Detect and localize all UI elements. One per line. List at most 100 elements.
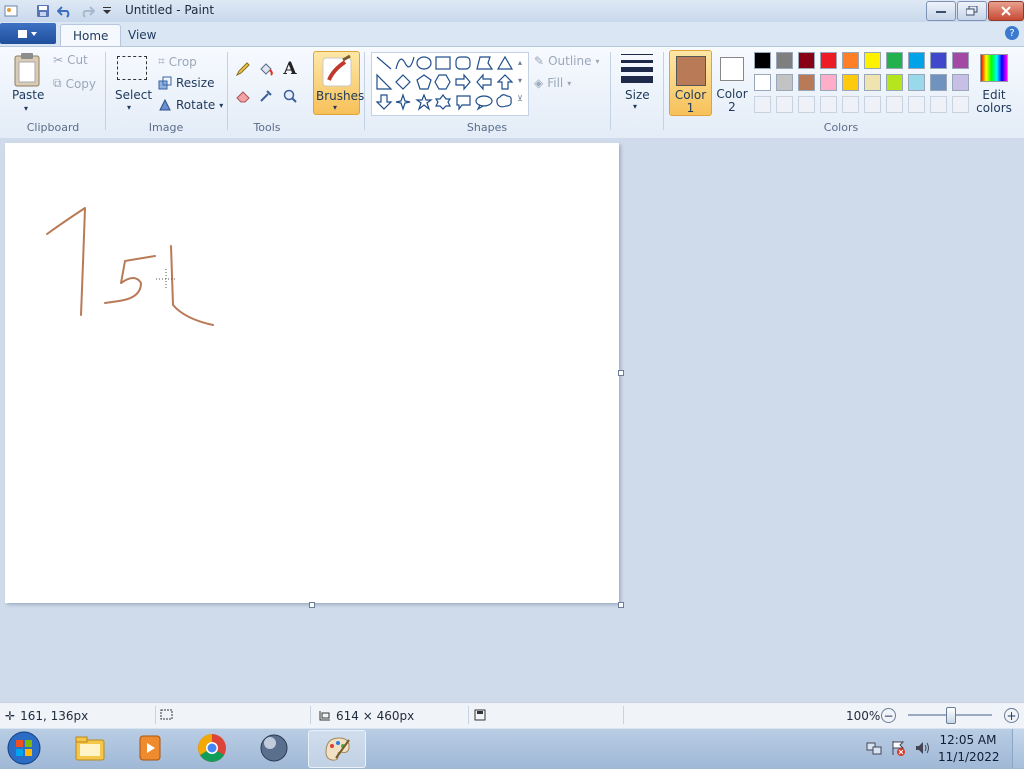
oval-shape[interactable] (416, 56, 432, 70)
outline-button[interactable]: ✎ Outline ▾ (534, 54, 600, 68)
palette-swatch[interactable] (864, 52, 881, 69)
right-triangle-shape[interactable] (376, 73, 393, 90)
tab-view[interactable]: View (116, 24, 168, 46)
volume-icon[interactable] (914, 740, 930, 756)
custom-color-slot[interactable] (952, 96, 969, 113)
custom-color-slot[interactable] (908, 96, 925, 113)
taskbar-chrome[interactable] (184, 730, 240, 766)
custom-color-slot[interactable] (842, 96, 859, 113)
zoom-in-button[interactable]: + (1004, 708, 1019, 723)
action-center-icon[interactable] (890, 740, 906, 756)
paste-button[interactable]: Paste ▾ (10, 52, 44, 114)
custom-color-slot[interactable] (754, 96, 771, 113)
canvas-resize-handle-bottom[interactable] (309, 602, 315, 608)
paint-menu-button[interactable] (0, 23, 56, 44)
network-icon[interactable] (866, 740, 882, 756)
taskbar-explorer[interactable] (62, 730, 118, 766)
shapes-scroll[interactable]: ▴ ▾ ⊻ (515, 54, 525, 112)
size-button[interactable]: Size ▾ (618, 52, 656, 114)
palette-swatch[interactable] (776, 52, 793, 69)
polygon-shape[interactable] (476, 56, 494, 70)
start-button[interactable] (4, 729, 44, 767)
hexagon-shape[interactable] (434, 74, 451, 90)
select-button[interactable]: Select ▾ (114, 54, 152, 114)
four-point-star-shape[interactable] (395, 93, 411, 111)
color-picker-tool[interactable] (256, 86, 276, 106)
right-arrow-shape[interactable] (455, 73, 471, 91)
left-arrow-shape[interactable] (476, 73, 492, 91)
resize-button[interactable]: Resize (158, 76, 214, 90)
taskbar-paint[interactable] (308, 730, 366, 768)
zoom-slider-thumb[interactable] (946, 707, 956, 724)
paint-app-icon[interactable] (2, 2, 20, 20)
brushes-button[interactable]: Brushes ▾ (313, 51, 364, 115)
five-point-star-shape[interactable] (415, 93, 433, 111)
color1-button[interactable]: Color 1 (669, 50, 712, 116)
palette-swatch[interactable] (952, 74, 969, 91)
custom-color-slot[interactable] (820, 96, 837, 113)
rounded-callout-shape[interactable] (456, 95, 471, 111)
save-icon[interactable] (34, 2, 52, 20)
fill-button[interactable]: ◈ Fill ▾ (534, 76, 571, 90)
restore-button[interactable] (957, 1, 987, 21)
palette-swatch[interactable] (820, 52, 837, 69)
redo-icon[interactable] (78, 2, 96, 20)
triangle-shape[interactable] (496, 55, 514, 70)
six-point-star-shape[interactable] (434, 94, 452, 110)
custom-color-slot[interactable] (798, 96, 815, 113)
minimize-button[interactable] (926, 1, 956, 21)
diamond-shape[interactable] (395, 74, 411, 90)
palette-swatch[interactable] (842, 52, 859, 69)
zoom-out-button[interactable]: − (881, 708, 896, 723)
palette-swatch[interactable] (842, 74, 859, 91)
custom-color-slot[interactable] (886, 96, 903, 113)
taskbar-media-player[interactable] (122, 730, 178, 766)
palette-swatch[interactable] (952, 52, 969, 69)
close-button[interactable] (988, 1, 1024, 21)
palette-swatch[interactable] (754, 52, 771, 69)
fill-tool[interactable] (256, 59, 276, 79)
curve-shape[interactable] (395, 56, 415, 70)
palette-swatch[interactable] (776, 74, 793, 91)
crop-button[interactable]: ⌗ Crop (158, 54, 197, 69)
pencil-tool[interactable] (233, 59, 253, 79)
cloud-callout-shape[interactable] (496, 94, 512, 108)
palette-swatch[interactable] (886, 74, 903, 91)
taskbar-media-center[interactable] (246, 730, 302, 766)
palette-swatch[interactable] (930, 74, 947, 91)
clock-time[interactable]: 12:05 AM (938, 733, 998, 747)
rotate-button[interactable]: Rotate ▾ (158, 98, 223, 112)
customize-toolbar-icon[interactable] (98, 2, 116, 20)
undo-icon[interactable] (56, 2, 74, 20)
palette-swatch[interactable] (908, 74, 925, 91)
palette-swatch[interactable] (930, 52, 947, 69)
text-tool[interactable]: A (280, 59, 300, 79)
rounded-rectangle-shape[interactable] (455, 56, 471, 70)
canvas-resize-handle-corner[interactable] (618, 602, 624, 608)
magnifier-tool[interactable] (280, 86, 300, 106)
custom-color-slot[interactable] (930, 96, 947, 113)
palette-swatch[interactable] (798, 74, 815, 91)
up-arrow-shape[interactable] (496, 74, 514, 90)
color2-button[interactable]: Color 2 (713, 50, 751, 114)
eraser-tool[interactable] (233, 86, 253, 106)
oval-callout-shape[interactable] (475, 95, 493, 111)
custom-color-slot[interactable] (776, 96, 793, 113)
palette-swatch[interactable] (864, 74, 881, 91)
palette-swatch[interactable] (820, 74, 837, 91)
rectangle-shape[interactable] (435, 56, 451, 70)
palette-swatch[interactable] (908, 52, 925, 69)
canvas-resize-handle-right[interactable] (618, 370, 624, 376)
tab-home[interactable]: Home (60, 24, 122, 47)
cut-button[interactable]: ✂ Cut (53, 53, 88, 67)
clock-date[interactable]: 11/1/2022 (938, 750, 1000, 764)
down-arrow-shape[interactable] (375, 94, 393, 110)
help-icon[interactable]: ? (1005, 26, 1019, 40)
line-shape[interactable] (376, 56, 392, 70)
copy-button[interactable]: ⧉ Copy (53, 76, 96, 91)
palette-swatch[interactable] (886, 52, 903, 69)
show-desktop-button[interactable] (1012, 729, 1024, 768)
edit-colors-button[interactable]: Edit colors (975, 52, 1013, 115)
palette-swatch[interactable] (798, 52, 815, 69)
drawing-canvas[interactable] (5, 143, 619, 603)
